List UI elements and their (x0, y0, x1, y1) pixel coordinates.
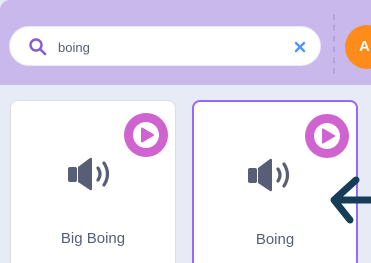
speaker-icon (68, 157, 110, 191)
play-button[interactable] (305, 114, 349, 158)
library-header: A (0, 0, 371, 85)
arrow-icon (330, 176, 371, 224)
play-icon (133, 122, 159, 148)
sound-library: A Big Boing B (0, 0, 371, 263)
play-button[interactable] (124, 113, 168, 157)
search-bar[interactable] (9, 26, 321, 66)
sound-card-label: Boing (255, 231, 295, 248)
search-icon (29, 38, 47, 56)
close-icon[interactable] (293, 40, 307, 54)
sound-card-big-boing[interactable]: Big Boing (10, 100, 176, 263)
play-icon (314, 123, 340, 149)
sound-card-label: Big Boing (60, 230, 126, 247)
header-divider (333, 14, 335, 74)
speaker-icon (248, 158, 290, 192)
add-button[interactable]: A (345, 25, 371, 69)
search-input[interactable] (58, 33, 283, 61)
add-button-label: A (359, 38, 370, 55)
